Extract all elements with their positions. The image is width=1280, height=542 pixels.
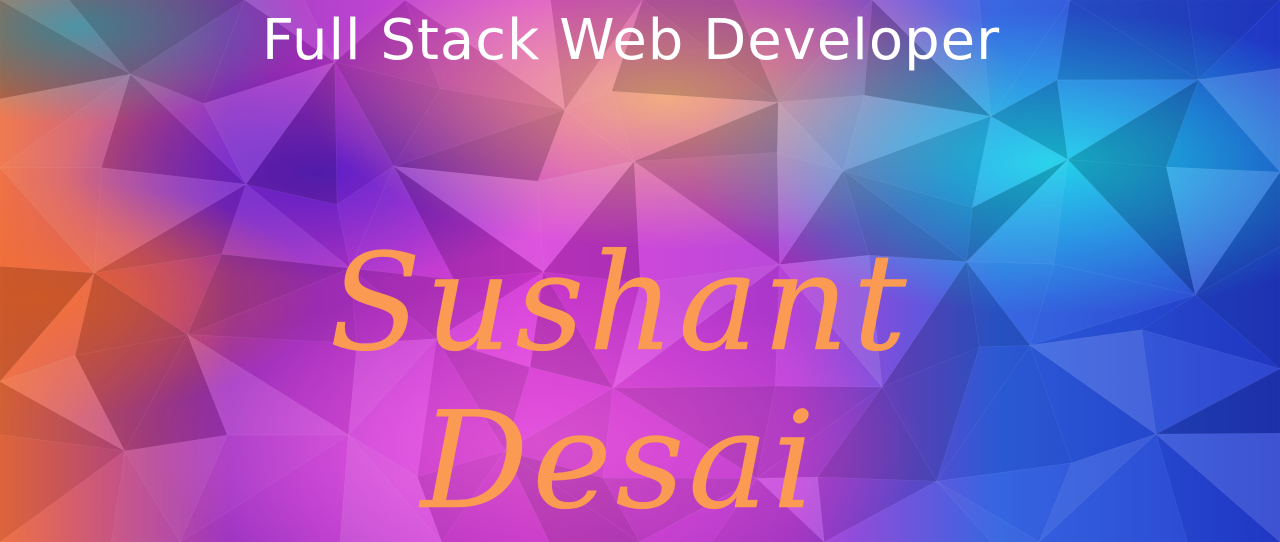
page-title: Full Stack Web Developer <box>261 8 1001 73</box>
name-last: Desai <box>420 383 820 539</box>
name-first: Sushant <box>329 225 911 381</box>
header-banner: Full Stack Web Developer Sushant Desai <box>0 0 1280 542</box>
